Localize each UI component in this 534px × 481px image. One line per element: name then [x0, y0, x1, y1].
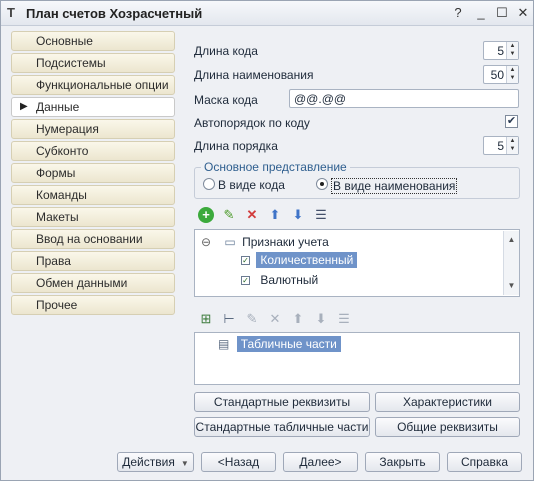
actions-dropdown[interactable]: Действия ▼ — [117, 452, 194, 472]
move-up-icon[interactable]: ⬆ — [290, 311, 306, 327]
sidebar-item-label: Функциональные опции — [36, 78, 169, 92]
delete-icon[interactable]: ✕ — [244, 207, 260, 223]
attribute-checkbox[interactable]: ✓ — [241, 276, 250, 286]
tree-item-label: Табличные части — [236, 336, 341, 352]
sidebar-item-label: Команды — [36, 188, 87, 202]
sidebar-item-templates[interactable]: Макеты — [11, 207, 175, 227]
maximize-icon[interactable]: ☐ — [493, 4, 511, 22]
auto-order-label: Автопорядок по коду — [194, 116, 310, 130]
tree-item-currency[interactable]: ✓ Валютный — [241, 273, 318, 287]
delete-icon[interactable]: ✕ — [267, 311, 283, 327]
tree-item-quantitative[interactable]: ✓ Количественный — [241, 252, 358, 268]
app-icon: Т — [7, 5, 15, 20]
tree-root-row[interactable]: ⊖ ▭ Признаки учета — [201, 235, 329, 249]
sidebar-item-forms[interactable]: Формы — [11, 163, 175, 183]
table-icon: ▤ — [218, 337, 230, 351]
next-button[interactable]: Далее> — [283, 452, 358, 472]
sidebar-item-data-exchange[interactable]: Обмен данными — [11, 273, 175, 293]
sidebar-item-main[interactable]: Основные — [11, 31, 175, 51]
attribute-checkbox[interactable]: ✓ — [241, 256, 250, 266]
auto-order-checkbox[interactable]: ✔ — [505, 115, 518, 128]
sidebar-item-label: Подсистемы — [36, 56, 106, 70]
sidebar-item-numbering[interactable]: Нумерация — [11, 119, 175, 139]
common-attributes-button[interactable]: Общие реквизиты — [375, 417, 520, 437]
dialog-window: Т План счетов Хозрасчетный ? _ ☐ ✕ Основ… — [0, 0, 534, 481]
tree-item-label: Валютный — [260, 273, 319, 287]
close-button[interactable]: Закрыть — [365, 452, 440, 472]
sidebar-item-label: Нумерация — [36, 122, 99, 136]
collapse-icon[interactable]: ⊖ — [201, 235, 211, 249]
close-icon[interactable]: ✕ — [514, 4, 532, 22]
edit-icon[interactable]: ✎ — [221, 207, 237, 223]
sidebar-item-label: Субконто — [36, 144, 89, 158]
standard-attributes-button[interactable]: Стандартные реквизиты — [194, 392, 370, 412]
tree-item-tabular-sections[interactable]: ▤ Табличные части — [218, 336, 341, 352]
name-length-label: Длина наименования — [194, 68, 314, 82]
radio-by-code[interactable] — [203, 178, 215, 190]
name-length-value: 50 — [490, 68, 504, 82]
order-length-label: Длина порядка — [194, 139, 278, 153]
sidebar-item-label: Обмен данными — [36, 276, 128, 290]
active-marker-icon: ▶ — [20, 101, 28, 112]
add-attribute-icon[interactable]: ⊢ — [221, 311, 237, 327]
minimize-icon[interactable]: _ — [472, 4, 490, 22]
name-length-stepper[interactable]: 50 ▲ ▼ — [483, 65, 519, 84]
sidebar-item-label: Прочее — [36, 298, 78, 312]
sidebar-item-subconto[interactable]: Субконто — [11, 141, 175, 161]
sidebar-item-label: Основные — [36, 34, 93, 48]
tree-item-label: Количественный — [256, 252, 358, 268]
window-title: План счетов Хозрасчетный — [26, 6, 203, 21]
sidebar-item-label: Права — [36, 254, 71, 268]
tree-root-label: Признаки учета — [242, 235, 329, 249]
sidebar-item-rights[interactable]: Права — [11, 251, 175, 271]
order-length-value: 5 — [497, 139, 504, 153]
code-mask-input[interactable]: @@.@@ — [289, 89, 519, 108]
spin-arrows-icon[interactable]: ▲ ▼ — [506, 42, 518, 59]
code-length-label: Длина кода — [194, 44, 258, 58]
standard-tabular-sections-button[interactable]: Стандартные табличные части — [194, 417, 370, 437]
sidebar-item-label: Ввод на основании — [36, 232, 143, 246]
sidebar-item-data[interactable]: ▶ Данные — [11, 97, 175, 117]
move-up-icon[interactable]: ⬆ — [267, 207, 283, 223]
scroll-up-icon[interactable]: ▲ — [504, 233, 519, 247]
sidebar: Основные Подсистемы Функциональные опции… — [11, 31, 175, 317]
code-mask-label: Маска кода — [194, 93, 258, 107]
sidebar-item-label: Данные — [36, 100, 80, 114]
folder-icon: ▭ — [224, 235, 236, 249]
radio-by-code-label[interactable]: В виде кода — [218, 178, 285, 192]
sidebar-item-other[interactable]: Прочее — [11, 295, 175, 315]
sidebar-item-commands[interactable]: Команды — [11, 185, 175, 205]
back-button[interactable]: <Назад — [201, 452, 276, 472]
sort-list-icon[interactable]: ☰ — [336, 311, 352, 327]
add-tabular-icon[interactable]: ⊞ — [198, 311, 214, 327]
representation-group-title: Основное представление — [201, 160, 350, 174]
sidebar-item-label: Формы — [36, 166, 76, 180]
help-icon[interactable]: ? — [449, 4, 467, 22]
add-icon[interactable]: + — [198, 207, 214, 223]
scroll-down-icon[interactable]: ▼ — [504, 279, 519, 293]
spin-arrows-icon[interactable]: ▲ ▼ — [506, 137, 518, 154]
code-length-stepper[interactable]: 5 ▲ ▼ — [483, 41, 519, 60]
radio-by-name-label[interactable]: В виде наименования — [331, 178, 458, 194]
sort-list-icon[interactable]: ☰ — [313, 207, 329, 223]
help-button[interactable]: Справка — [447, 452, 522, 472]
chevron-down-icon: ▼ — [180, 459, 189, 468]
title-bar: Т План счетов Хозрасчетный ? _ ☐ ✕ — [1, 1, 533, 26]
sidebar-item-subsystems[interactable]: Подсистемы — [11, 53, 175, 73]
code-length-value: 5 — [497, 44, 504, 58]
edit-icon[interactable]: ✎ — [244, 311, 260, 327]
sidebar-item-functional-options[interactable]: Функциональные опции — [11, 75, 175, 95]
sidebar-item-label: Макеты — [36, 210, 79, 224]
move-down-icon[interactable]: ⬇ — [313, 311, 329, 327]
characteristics-button[interactable]: Характеристики — [375, 392, 520, 412]
tree-scrollbar[interactable]: ▲ ▼ — [503, 231, 519, 295]
spin-arrows-icon[interactable]: ▲ ▼ — [506, 66, 518, 83]
actions-label: Действия — [122, 455, 175, 469]
order-length-stepper[interactable]: 5 ▲ ▼ — [483, 136, 519, 155]
sidebar-item-input-based-on[interactable]: Ввод на основании — [11, 229, 175, 249]
move-down-icon[interactable]: ⬇ — [290, 207, 306, 223]
radio-by-name[interactable] — [316, 178, 328, 190]
